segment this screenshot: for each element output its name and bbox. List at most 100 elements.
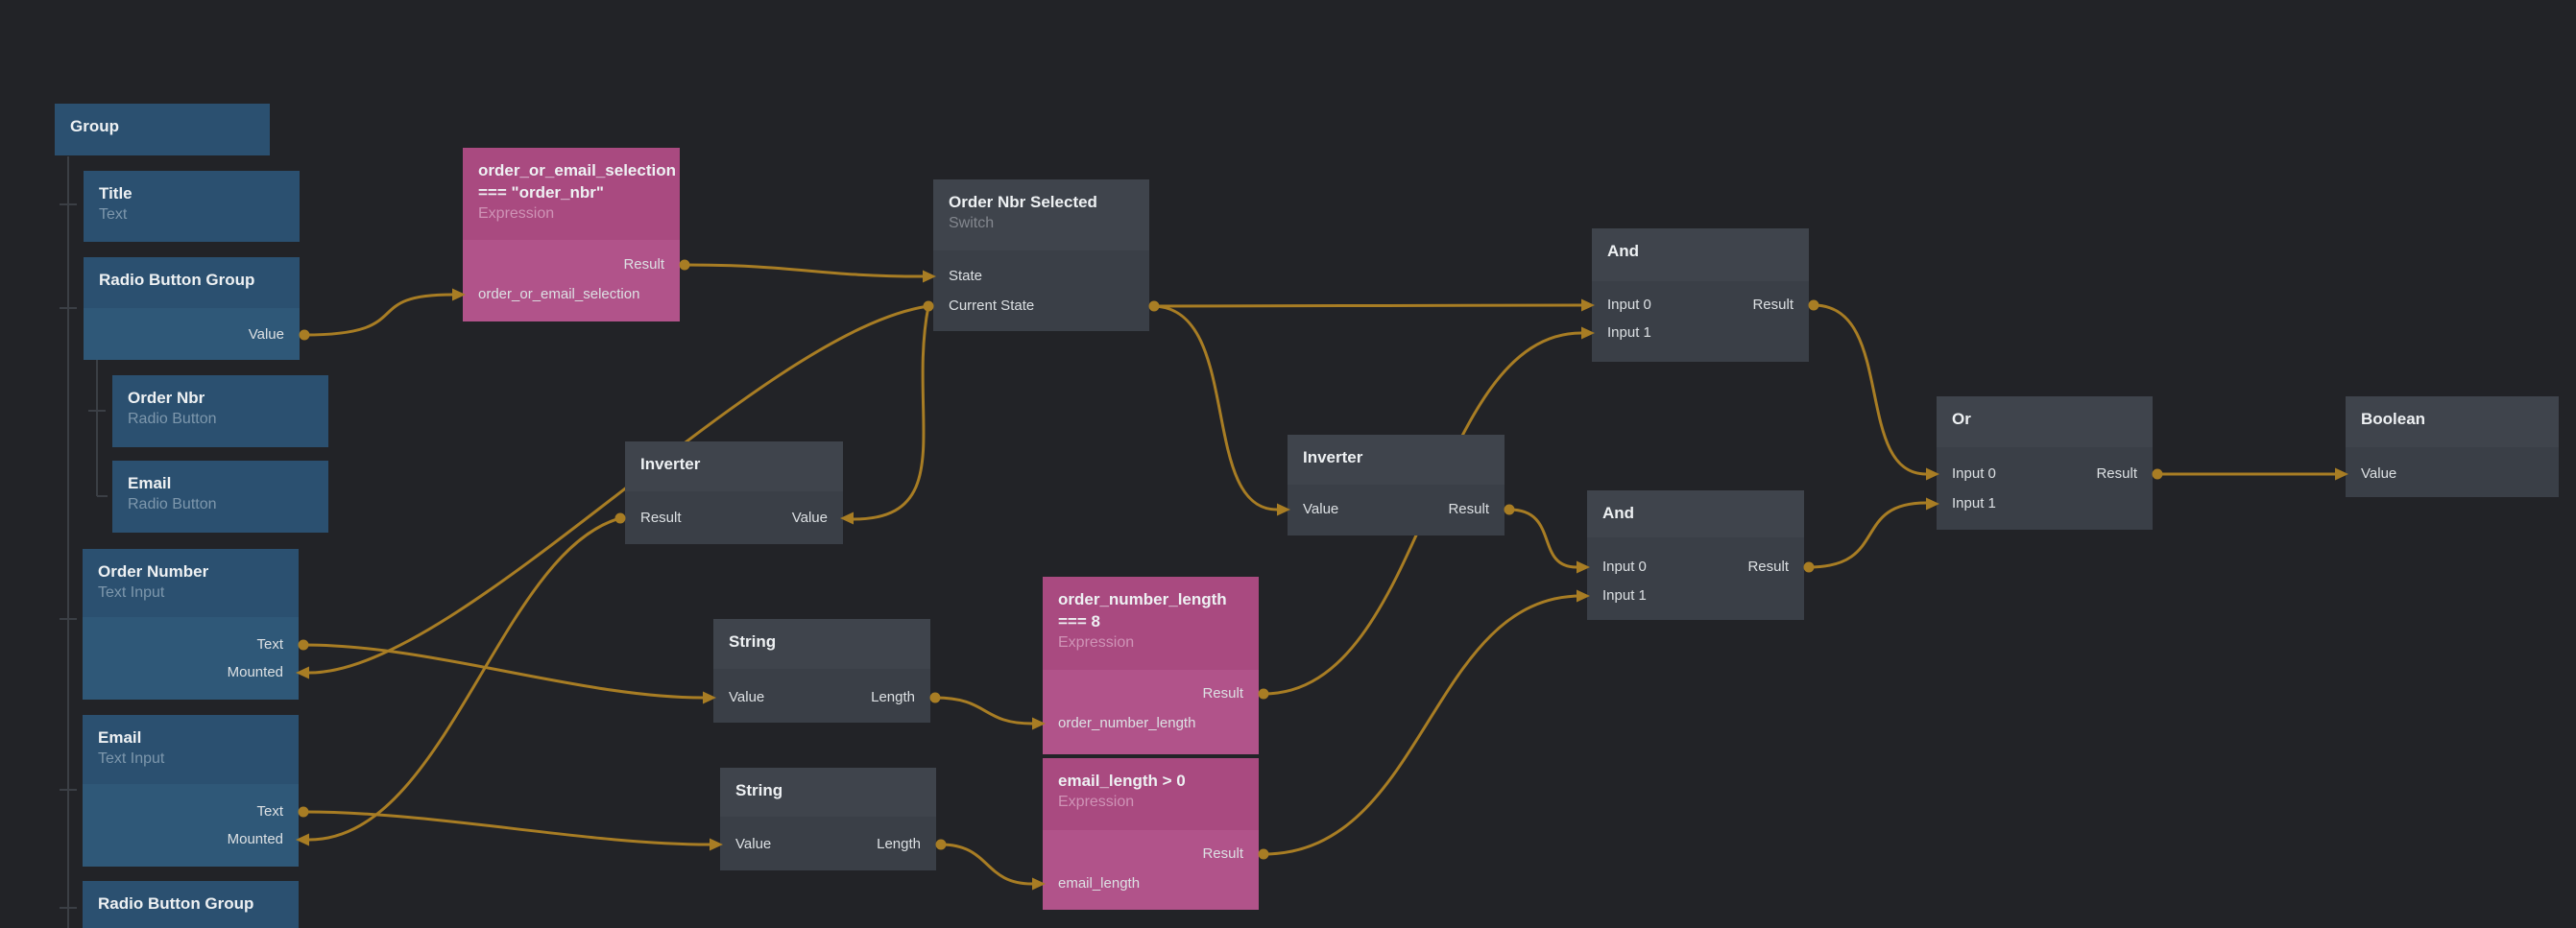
node-expr-order-or-email[interactable]: order_or_email_selection=== "order_nbr"E… xyxy=(463,148,680,321)
node-subtitle: Text xyxy=(99,204,284,225)
node-header[interactable]: String xyxy=(720,768,936,817)
node-subtitle: Text Input xyxy=(98,749,283,769)
node-header[interactable]: email_length > 0Expression xyxy=(1043,758,1259,830)
node-title: Order Number xyxy=(98,560,283,583)
node-subtitle: Expression xyxy=(478,203,664,224)
node-header[interactable]: Or xyxy=(1937,396,2153,447)
output-port-dot-email-input-text-out[interactable] xyxy=(299,807,309,818)
output-port-dot-and-2-result-out[interactable] xyxy=(1804,562,1815,573)
output-port-dot-order-nbr-selected-switch-current-state-out-left[interactable] xyxy=(924,301,934,312)
node-header[interactable]: Boolean xyxy=(2346,396,2559,447)
output-port-dot-and-1-result-out[interactable] xyxy=(1809,300,1819,311)
wire-current-state-to-inverter1-value[interactable] xyxy=(854,306,928,519)
port-label-text-out: Text xyxy=(256,801,283,822)
node-header[interactable]: EmailRadio Button xyxy=(112,461,328,533)
output-port-dot-or-result-out[interactable] xyxy=(2153,469,2163,480)
node-order-nbr-radio[interactable]: Order NbrRadio Button xyxy=(112,375,328,447)
port-label-current-state-out-left: Current State xyxy=(949,296,1034,317)
port-label-input-1: Input 1 xyxy=(1607,322,1651,344)
node-string-1[interactable]: StringValueLength xyxy=(713,619,930,723)
node-title: String xyxy=(729,631,915,653)
wire-and2-result-to-or-input1[interactable] xyxy=(1809,503,1926,567)
node-subtitle: Expression xyxy=(1058,792,1243,812)
output-port-dot-order-nbr-selected-switch-current-state-out-right[interactable] xyxy=(1149,301,1160,312)
port-label-value-in: Value xyxy=(792,508,828,529)
wire-current-state-to-inverter2-value[interactable] xyxy=(1154,306,1277,510)
node-header[interactable]: Order NumberText Input xyxy=(83,549,299,617)
node-header[interactable]: Radio Button Group xyxy=(83,881,299,928)
node-header[interactable]: Radio Button Group xyxy=(84,257,300,308)
node-expr-order-number-length[interactable]: order_number_length=== 8Expression Result… xyxy=(1043,577,1259,754)
node-title: Order Nbr Selected xyxy=(949,191,1134,213)
node-title: Order Nbr xyxy=(128,387,313,409)
wire-string2-length-to-expr3[interactable] xyxy=(941,845,1032,884)
node-and-2[interactable]: AndInput 0Input 1Result xyxy=(1587,490,1804,620)
port-label-result-out: Result xyxy=(2096,464,2137,485)
output-port-dot-inverter-1-result-out[interactable] xyxy=(615,513,626,524)
node-and-1[interactable]: AndInput 0Input 1Result xyxy=(1592,228,1809,362)
node-header[interactable]: String xyxy=(713,619,930,669)
wire-string1-length-to-expr2[interactable] xyxy=(935,698,1032,724)
port-label-input-1: Input 1 xyxy=(1602,585,1647,607)
node-subtitle: Radio Button xyxy=(128,494,313,514)
node-title: Inverter xyxy=(1303,446,1489,468)
output-port-dot-order-number-input-text-out[interactable] xyxy=(299,640,309,651)
node-expr-email-length[interactable]: email_length > 0ExpressionResultemail_le… xyxy=(1043,758,1259,910)
node-header[interactable]: And xyxy=(1592,228,1809,281)
output-port-dot-expr-email-length-result-out[interactable] xyxy=(1259,849,1269,860)
node-header[interactable]: EmailText Input xyxy=(83,715,299,784)
wire-and1-result-to-or-input0[interactable] xyxy=(1814,305,1926,474)
graph-canvas[interactable]: GroupTitleTextRadio Button GroupValueOrd… xyxy=(0,0,2576,928)
output-port-dot-string-1-length-out[interactable] xyxy=(930,693,941,703)
node-inverter-1[interactable]: InverterResultValue xyxy=(625,441,843,544)
node-or[interactable]: OrInput 0Input 1Result xyxy=(1937,396,2153,530)
node-header[interactable]: And xyxy=(1587,490,1804,537)
node-title: === "order_nbr" xyxy=(478,181,664,203)
node-title: order_or_email_selection xyxy=(478,159,664,181)
node-header[interactable]: Order Nbr SelectedSwitch xyxy=(933,179,1149,250)
node-header[interactable]: Inverter xyxy=(1288,435,1505,485)
node-boolean[interactable]: Boolean Value xyxy=(2346,396,2559,497)
node-radio-button-group-1[interactable]: Radio Button GroupValue xyxy=(84,257,300,360)
node-title: Email xyxy=(128,472,313,494)
node-title: Email xyxy=(98,726,283,749)
output-port-dot-radio-button-group-1-value-out[interactable] xyxy=(300,330,310,341)
node-header[interactable]: TitleText xyxy=(84,171,300,242)
wire-rbg-value-to-expr[interactable] xyxy=(304,295,452,335)
node-header[interactable]: Order NbrRadio Button xyxy=(112,375,328,447)
node-group[interactable]: Group xyxy=(55,104,270,155)
output-port-dot-expr-order-or-email-result-out[interactable] xyxy=(680,260,690,271)
node-title: Or xyxy=(1952,408,2137,430)
node-header[interactable]: order_or_email_selection=== "order_nbr"E… xyxy=(463,148,680,240)
node-header[interactable]: Inverter xyxy=(625,441,843,491)
node-header[interactable]: order_number_length=== 8Expression xyxy=(1043,577,1259,670)
node-email-input[interactable]: EmailText InputTextMounted xyxy=(83,715,299,867)
node-subtitle: Text Input xyxy=(98,583,283,603)
node-string-2[interactable]: StringValueLength xyxy=(720,768,936,870)
port-label-state-in: State xyxy=(949,266,982,287)
node-title-text[interactable]: TitleText xyxy=(84,171,300,242)
port-label-length-out: Length xyxy=(877,834,921,855)
port-label-value-in: Value xyxy=(1303,499,1338,520)
port-label-value-in: Value xyxy=(2361,464,2396,485)
port-label-order-number-length-in: order_number_length xyxy=(1058,713,1195,734)
wire-expr3-result-to-and2-input1[interactable] xyxy=(1264,596,1581,854)
node-subtitle: Radio Button xyxy=(128,409,313,429)
node-inverter-2[interactable]: InverterValueResult xyxy=(1288,435,1505,535)
node-radio-button-group-2[interactable]: Radio Button Group xyxy=(83,881,299,928)
node-header[interactable]: Group xyxy=(55,104,270,155)
wire-inverter1-result-to-email-mounted[interactable] xyxy=(309,518,620,840)
node-email-radio[interactable]: EmailRadio Button xyxy=(112,461,328,533)
output-port-dot-inverter-2-result-out[interactable] xyxy=(1505,505,1515,515)
node-order-nbr-selected-switch[interactable]: Order Nbr SelectedSwitch State Current Sta… xyxy=(933,179,1149,331)
wire-email-text-to-string2-value[interactable] xyxy=(304,812,710,845)
port-label-result-out: Result xyxy=(1202,683,1243,704)
wire-inverter2-result-to-and2-input0[interactable] xyxy=(1509,510,1577,567)
wire-current-state-to-and1-input0[interactable] xyxy=(1154,305,1581,306)
wire-order-number-text-to-string1-value[interactable] xyxy=(304,645,703,698)
node-order-number-input[interactable]: Order NumberText InputTextMounted xyxy=(83,549,299,700)
port-label-order-or-email-selection-in: order_or_email_selection xyxy=(478,284,639,305)
output-port-dot-string-2-length-out[interactable] xyxy=(936,840,947,850)
output-port-dot-expr-order-number-length-result-out[interactable] xyxy=(1259,689,1269,700)
wire-expr-result-to-switch-state[interactable] xyxy=(685,265,923,276)
